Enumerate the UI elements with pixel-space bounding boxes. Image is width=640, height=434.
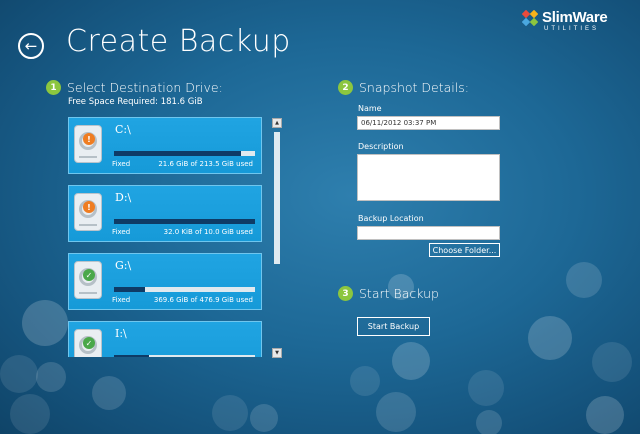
slimware-logo: SlimWare UTILITIES	[520, 8, 630, 38]
bokeh-bubble	[250, 404, 278, 432]
scroll-thumb[interactable]	[274, 132, 280, 264]
step-start-backup: 3 Start Backup	[338, 286, 439, 301]
step-label: Select Destination Drive:	[67, 80, 223, 95]
step-number-badge: 2	[338, 80, 353, 95]
usage-bar	[114, 219, 255, 224]
usage-bar	[114, 355, 255, 357]
drive-letter: C:\	[115, 123, 131, 136]
checkmark-icon: ✓	[83, 269, 95, 281]
drive-letter: I:\	[115, 327, 127, 340]
drive-usage: 369.6 GiB of 476.9 GiB used	[153, 296, 253, 304]
triangle-down-icon: ▼	[275, 350, 279, 356]
drive-usage: 21.6 GiB of 213.5 GiB used	[158, 160, 253, 168]
drive-card-i[interactable]: ✓ I:\	[68, 321, 262, 357]
drive-type: Fixed	[112, 296, 131, 304]
drive-card-g[interactable]: ✓ G:\ Fixed 369.6 GiB of 476.9 GiB used	[68, 253, 262, 310]
drive-usage: 32.0 KiB of 10.0 GiB used	[163, 228, 253, 236]
step-number-badge: 3	[338, 286, 353, 301]
back-arrow-icon: ←	[24, 36, 38, 55]
step-number-badge: 1	[46, 80, 61, 95]
drive-type: Fixed	[112, 160, 131, 168]
bokeh-bubble	[476, 410, 502, 434]
warning-icon: !	[83, 133, 95, 145]
usage-bar	[114, 287, 255, 292]
step-snapshot-details: 2 Snapshot Details:	[338, 80, 469, 95]
bokeh-bubble	[566, 262, 602, 298]
description-field[interactable]	[357, 154, 500, 201]
bokeh-bubble	[92, 376, 126, 410]
drive-letter: D:\	[115, 191, 132, 204]
bokeh-bubble	[212, 395, 248, 431]
drive-list-scrollbar[interactable]: ▲ ▼	[272, 118, 282, 358]
triangle-up-icon: ▲	[275, 120, 279, 126]
warning-icon: !	[83, 201, 95, 213]
bokeh-bubble	[528, 316, 572, 360]
bokeh-bubble	[468, 370, 504, 406]
slimware-logo-icon	[522, 10, 538, 26]
usage-bar	[114, 151, 255, 156]
hard-drive-icon: !	[74, 125, 102, 163]
free-space-required: Free Space Required: 181.6 GiB	[68, 97, 203, 107]
logo-subtext: UTILITIES	[544, 26, 600, 32]
bokeh-bubble	[586, 396, 624, 434]
scroll-down-button[interactable]: ▼	[272, 348, 282, 358]
step-label: Start Backup	[359, 286, 439, 301]
back-button[interactable]: ←	[18, 33, 44, 59]
drive-list: ! C:\ Fixed 21.6 GiB of 213.5 GiB used !…	[68, 116, 264, 357]
drive-type: Fixed	[112, 228, 131, 236]
hard-drive-icon: ✓	[74, 261, 102, 299]
bokeh-bubble	[350, 366, 380, 396]
description-label: Description	[358, 142, 404, 151]
hard-drive-icon: ✓	[74, 329, 102, 357]
backup-location-label: Backup Location	[358, 214, 424, 223]
bokeh-bubble	[0, 355, 38, 393]
logo-text: SlimWare	[542, 9, 608, 26]
step-select-destination: 1 Select Destination Drive:	[46, 80, 223, 95]
start-backup-button[interactable]: Start Backup	[357, 317, 430, 336]
name-label: Name	[358, 104, 382, 113]
checkmark-icon: ✓	[83, 337, 95, 349]
bokeh-bubble	[392, 342, 430, 380]
scroll-up-button[interactable]: ▲	[272, 118, 282, 128]
hard-drive-icon: !	[74, 193, 102, 231]
bokeh-bubble	[592, 342, 632, 382]
bokeh-bubble	[36, 362, 66, 392]
name-field[interactable]: 06/11/2012 03:37 PM	[357, 116, 500, 130]
drive-letter: G:\	[115, 259, 132, 272]
bokeh-bubble	[376, 392, 416, 432]
bokeh-bubble	[22, 300, 68, 346]
bokeh-bubble	[10, 394, 50, 434]
step-label: Snapshot Details:	[359, 80, 469, 95]
choose-folder-button[interactable]: Choose Folder...	[429, 243, 500, 257]
page-title: Create Backup	[66, 24, 291, 59]
drive-card-d[interactable]: ! D:\ Fixed 32.0 KiB of 10.0 GiB used	[68, 185, 262, 242]
backup-location-field[interactable]	[357, 226, 500, 240]
drive-card-c[interactable]: ! C:\ Fixed 21.6 GiB of 213.5 GiB used	[68, 117, 262, 174]
